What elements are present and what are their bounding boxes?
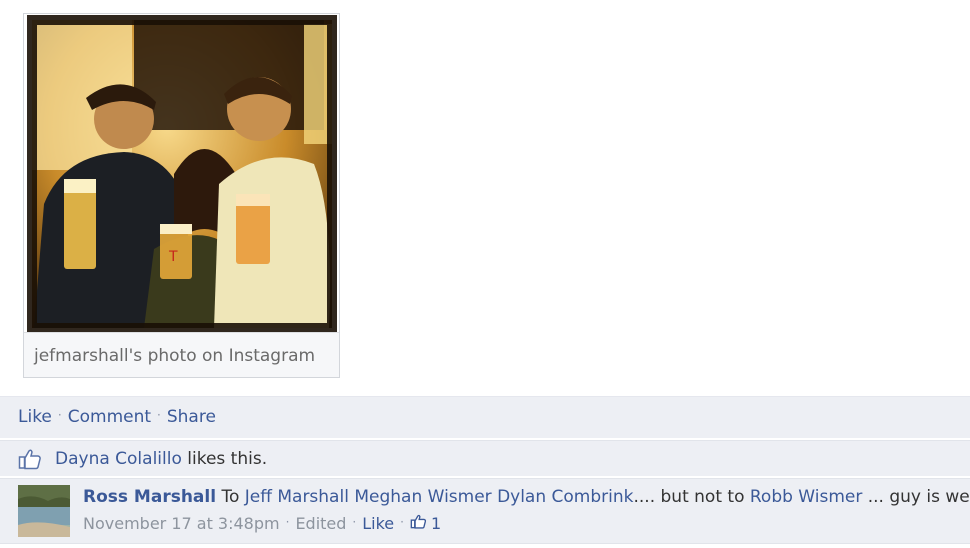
separator-dot: · [285,515,290,529]
liker-name-link[interactable]: Dayna Colalillo [55,449,182,469]
separator-dot: · [157,408,161,422]
edited-label[interactable]: Edited [295,514,346,533]
tagged-user-link[interactable]: Jeff Marshall [245,487,349,507]
tagged-user-link[interactable]: Meghan Wismer [354,487,491,507]
like-count-value: 1 [430,514,442,533]
thumbs-up-icon [410,514,427,533]
shared-photo-card[interactable]: T jefmarshall's photo on Instagram [23,13,340,378]
separator-dot: · [400,515,404,529]
comment-like-count[interactable]: 1 [410,514,441,533]
svg-text:T: T [168,249,178,265]
likes-suffix: likes this. [187,449,268,469]
avatar[interactable] [18,485,70,537]
thumbs-up-icon [18,448,42,475]
separator-dot: · [352,515,357,529]
comment-link[interactable]: Comment [68,407,151,427]
post-action-bar: Like · Comment · Share [0,396,970,438]
comment-author-link[interactable]: Ross Marshall [83,487,216,507]
excluded-user-link[interactable]: Robb Wismer [750,487,862,507]
comment-timestamp[interactable]: November 17 at 3:48pm [83,514,280,533]
tagged-user-link[interactable]: Dylan Combrink [497,487,633,507]
like-link[interactable]: Like [18,407,52,427]
comment-like-link[interactable]: Like [362,514,394,533]
photo-caption[interactable]: jefmarshall's photo on Instagram [34,346,315,366]
comment-tail-text: ... guy is weak [867,487,970,507]
likes-summary: Dayna Colalillo likes this. [0,440,970,476]
separator-dot: · [57,408,62,422]
comment-item: Ross Marshall To Jeff Marshall Meghan Wi… [0,478,970,544]
instagram-photo[interactable]: T [24,14,339,333]
comment-middle-text: .... but not to [633,487,745,507]
comment-prefix: To [221,487,240,507]
share-link[interactable]: Share [167,407,216,427]
photo-image: T [27,15,337,332]
